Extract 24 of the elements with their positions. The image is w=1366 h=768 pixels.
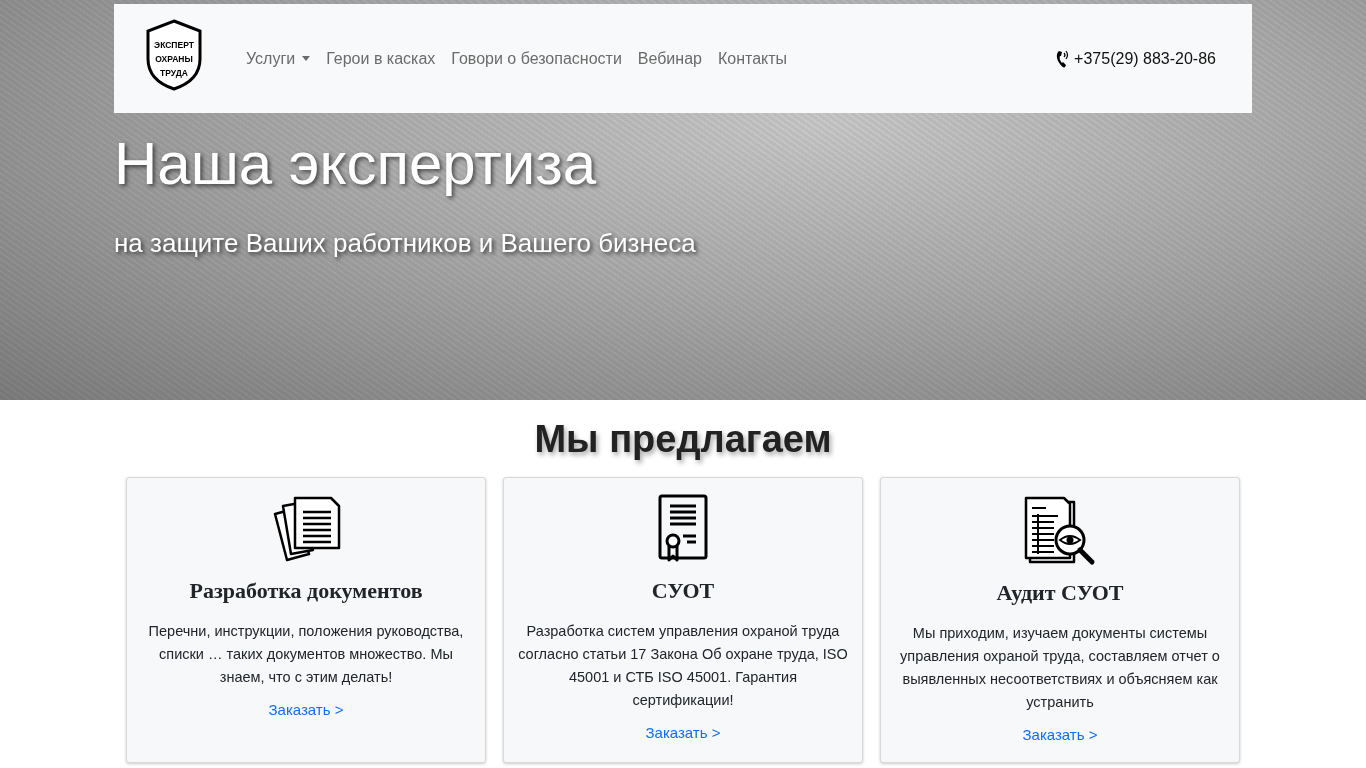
hero-subtitle: на защите Ваших работников и Вашего бизнеса [114,228,697,259]
card-title: Разработка документов [189,578,423,604]
shield-icon [146,18,202,91]
logo-text: ЭКСПЕРТ ОХРАНЫ ТРУДА [154,38,194,80]
nav-link[interactable]: Услуги [238,41,319,76]
phone-icon [1055,48,1071,69]
certificate-icon [657,494,709,564]
section-title: Мы предлагаем [533,418,833,461]
caret-icon [302,56,311,61]
nav-link[interactable]: Вебинар [629,41,710,76]
card-text: Мы приходим, изучаем документы системы управления охраной труда, составляем отчет о выявленных несоответствиях и объясняем как устранить [899,624,1221,712]
phone-number: +375(29) 883-20-86 [1074,49,1216,68]
nav-link[interactable]: Герои в касках [318,41,444,76]
audit-document-icon [1024,494,1096,566]
card-title: Аудит СУОТ [996,580,1124,606]
order-link[interactable]: Заказать > [268,701,344,718]
hero-title: Наша экспертиза [114,129,598,198]
nav-link[interactable]: Говори о безопасности [443,41,630,76]
card-title: СУОТ [651,578,715,604]
card-text: Разработка систем управления охраной труда согласно статьи 17 Закона Об охране труда, ISO 45001 и СТБ ISO 45001. Гарантия сертификации! [518,622,848,710]
order-link[interactable]: Заказать > [1022,726,1098,743]
order-link[interactable]: Заказать > [645,724,721,741]
nav-link[interactable]: Контакты [709,41,796,76]
card-text: Перечни, инструкции, положения руководства, списки … таких документов множество. Мы знаем, что с этим делать! [147,622,465,687]
